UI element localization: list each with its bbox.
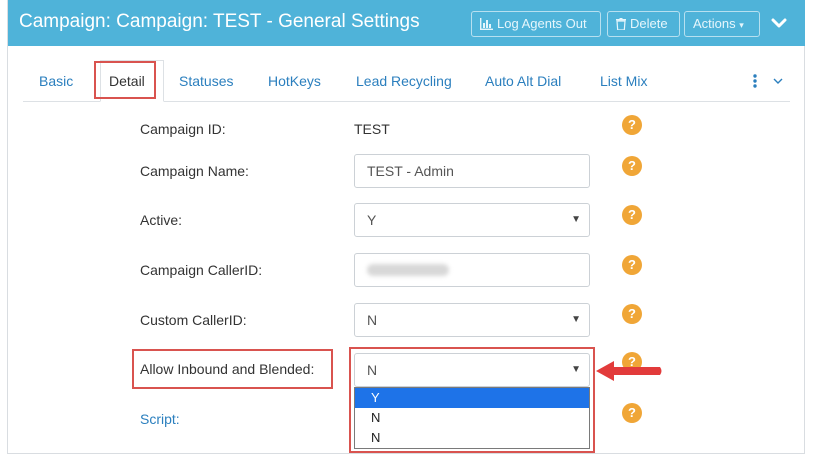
help-icon[interactable]: ? [622,156,642,176]
redacted-value [367,264,449,276]
more-vertical-icon[interactable] [752,74,758,88]
panel-header: Campaign: Campaign: TEST - General Setti… [8,0,805,46]
chevron-down-icon[interactable] [773,77,783,85]
campaign-name-label: Campaign Name: [140,163,249,179]
delete-label: Delete [630,16,668,31]
chevron-down-icon[interactable] [771,15,787,31]
active-value: Y [367,212,377,228]
tab-auto-alt-dial[interactable]: Auto Alt Dial [485,73,561,89]
actions-label: Actions [693,16,736,31]
active-select[interactable]: Y ▼ [354,203,590,237]
caret-down-icon: ▾ [739,20,744,30]
delete-button[interactable]: Delete [607,11,680,37]
campaign-name-input[interactable]: TEST - Admin [354,154,590,188]
tab-lead-recycling[interactable]: Lead Recycling [356,73,452,89]
bar-chart-icon [480,18,493,30]
detail-tab-highlight [94,61,156,99]
help-icon[interactable]: ? [622,205,642,225]
tab-statuses[interactable]: Statuses [179,73,233,89]
tab-hotkeys[interactable]: HotKeys [268,73,321,89]
actions-dropdown-button[interactable]: Actions ▾ [684,11,760,37]
log-agents-out-button[interactable]: Log Agents Out [471,11,601,37]
log-agents-out-label: Log Agents Out [497,16,587,31]
help-icon[interactable]: ? [622,115,642,135]
custom-callerid-select[interactable]: N ▼ [354,303,590,337]
allow-inbound-select-highlight [349,347,595,453]
active-label: Active: [140,212,183,228]
campaign-callerid-input[interactable] [354,253,590,287]
custom-callerid-label: Custom CallerID: [140,312,247,328]
annotation-arrow-icon [596,361,662,381]
campaign-id-value: TEST [354,121,390,137]
caret-down-icon: ▼ [571,314,581,325]
campaign-callerid-label: Campaign CallerID: [140,262,263,278]
campaign-name-value: TEST - Admin [367,163,454,179]
script-label[interactable]: Script: [140,411,180,427]
tab-basic[interactable]: Basic [39,73,73,89]
help-icon[interactable]: ? [622,255,642,275]
trash-icon [616,18,626,31]
help-icon[interactable]: ? [622,403,642,423]
tab-list-mix[interactable]: List Mix [600,73,647,89]
page-title: Campaign: Campaign: TEST - General Setti… [19,11,420,32]
help-icon[interactable]: ? [622,304,642,324]
custom-callerid-value: N [367,312,378,328]
caret-down-icon: ▼ [571,214,581,225]
allow-inbound-blended-label: Allow Inbound and Blended: [140,361,315,377]
campaign-id-label: Campaign ID: [140,121,226,137]
